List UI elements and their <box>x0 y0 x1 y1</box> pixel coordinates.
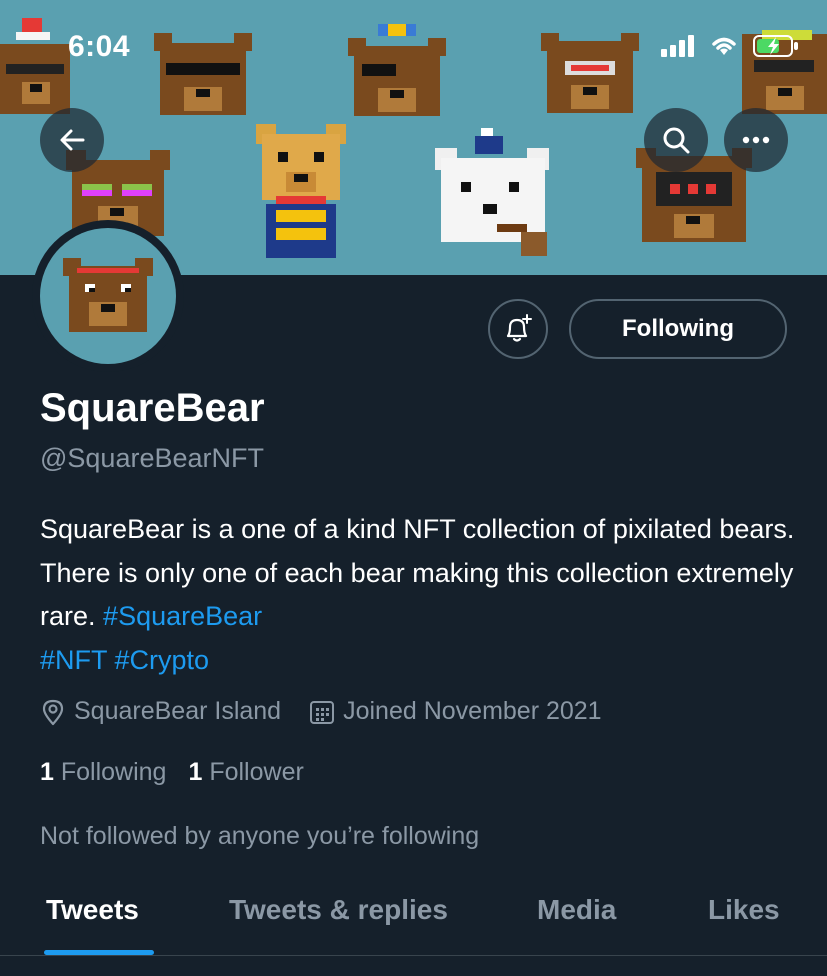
profile-avatar[interactable] <box>32 220 184 372</box>
hashtag-nft[interactable]: #NFT <box>40 645 107 675</box>
following-stat[interactable]: 1 Following <box>40 758 166 787</box>
followers-stat[interactable]: 1 Follower <box>188 758 303 787</box>
tab-media[interactable]: Media <box>537 894 616 926</box>
bear-gold-medal-image <box>256 124 346 258</box>
profile-meta: SquareBear Island Joined November 2021 <box>40 697 630 726</box>
hashtag-crypto[interactable]: #Crypto <box>115 645 210 675</box>
profile-bio: SquareBear is a one of a kind NFT collec… <box>40 508 800 682</box>
search-icon <box>663 127 690 154</box>
profile-screen: 6:04 Following SquareBear @SquareBearNFT… <box>0 0 827 976</box>
status-time: 6:04 <box>68 30 131 63</box>
bear-visor-image <box>541 33 639 113</box>
location-item: SquareBear Island <box>40 697 281 726</box>
bear-propeller-hat-image <box>348 24 446 116</box>
bear-santa-hat-image <box>0 18 70 114</box>
following-count: 1 <box>40 758 54 786</box>
following-label: Following <box>60 758 167 786</box>
bear-avatar-image <box>63 258 153 332</box>
back-button[interactable] <box>40 108 104 172</box>
followers-label: Follower <box>209 758 304 786</box>
bear-sunglasses-image <box>154 33 252 115</box>
profile-name: SquareBear <box>40 386 265 430</box>
battery-charging-icon <box>753 35 798 57</box>
calendar-icon <box>310 700 335 724</box>
cellular-signal-icon <box>661 35 694 57</box>
followers-count: 1 <box>188 758 203 786</box>
more-button[interactable] <box>724 108 788 172</box>
wifi-icon <box>712 37 736 55</box>
search-button[interactable] <box>644 108 708 172</box>
profile-tabs: Tweets Tweets & replies Media Likes <box>0 880 827 956</box>
bell-plus-icon <box>506 314 532 342</box>
hashtag-squarebear[interactable]: #SquareBear <box>103 601 262 631</box>
following-button[interactable]: Following <box>569 299 787 359</box>
location-pin-icon <box>42 699 64 725</box>
joined-text: Joined November 2021 <box>343 697 602 725</box>
back-arrow-icon <box>60 129 85 151</box>
location-text: SquareBear Island <box>74 697 282 725</box>
status-icons <box>661 34 799 58</box>
tabs-divider <box>0 955 827 956</box>
notifications-button[interactable] <box>488 299 548 359</box>
tab-likes[interactable]: Likes <box>708 894 780 926</box>
bear-polar-pipe-image <box>435 128 549 256</box>
more-icon <box>742 136 770 144</box>
not-followed-text: Not followed by anyone you’re following <box>40 822 480 850</box>
tab-tweets[interactable]: Tweets <box>46 894 139 926</box>
joined-item: Joined November 2021 <box>309 697 602 726</box>
profile-stats: 1 Following 1 Follower <box>40 758 326 787</box>
profile-handle: @SquareBearNFT <box>40 443 264 473</box>
tab-tweets-replies[interactable]: Tweets & replies <box>229 894 448 926</box>
avatar-image <box>40 228 176 364</box>
